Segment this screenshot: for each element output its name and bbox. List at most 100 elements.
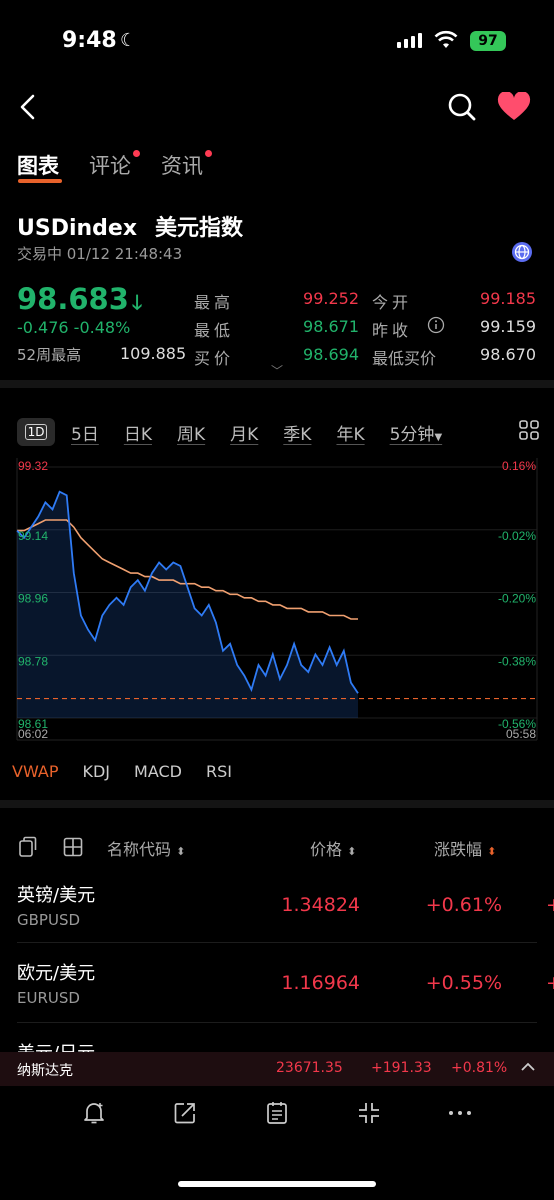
- 52w-high-label: 52周最高: [17, 346, 82, 364]
- search-icon[interactable]: [446, 91, 478, 127]
- period-selector: 1D 5日 日K 周K 月K 季K 年K 5分钟▼: [17, 418, 442, 446]
- active-tab-indicator: [18, 179, 62, 183]
- row-change-pct: +0.55%: [425, 972, 502, 994]
- instrument-title: USDindex 美元指数: [17, 210, 243, 242]
- row-divider: [17, 942, 537, 943]
- price-area-fill: [17, 491, 358, 718]
- prev-close-value: 99.159: [480, 317, 536, 336]
- x-end-label: 05:58: [506, 727, 536, 741]
- pct-tick-label: -0.38%: [498, 654, 536, 668]
- list-item[interactable]: 美元/日元: [0, 1030, 554, 1052]
- tab-comments[interactable]: 评论: [89, 150, 140, 180]
- open-value: 99.185: [480, 289, 536, 308]
- alert-bell-icon[interactable]: [81, 1100, 107, 1130]
- favorite-heart-icon[interactable]: [497, 91, 531, 126]
- market-ticker-bar[interactable]: 纳斯达克 23671.35 +191.33 +0.81%: [0, 1052, 554, 1086]
- home-indicator: [178, 1181, 376, 1187]
- row-name: 英镑/美元: [17, 885, 96, 906]
- unread-dot: [205, 150, 212, 157]
- list-item[interactable]: 欧元/美元 EURUSD 1.16964 +0.55% +: [0, 950, 554, 1020]
- row-overflow-column: +: [546, 894, 554, 916]
- indicator-macd[interactable]: MACD: [134, 762, 182, 781]
- copy-icon[interactable]: [18, 836, 38, 862]
- tab-chart[interactable]: 图表: [17, 150, 59, 180]
- pct-tick-label: -0.02%: [498, 529, 536, 543]
- down-arrow-icon: 🡓: [131, 290, 143, 314]
- period-5min-dropdown[interactable]: 5分钟▼: [390, 420, 443, 445]
- info-icon[interactable]: [427, 316, 445, 338]
- trading-status: 交易中 01/12 21:48:43: [17, 245, 183, 263]
- row-code: EURUSD: [17, 989, 80, 1007]
- layout-grid-icon[interactable]: [519, 420, 539, 444]
- sort-by-change-pct[interactable]: 涨跌幅 ⬍: [434, 836, 496, 860]
- tab-news[interactable]: 资讯: [161, 150, 212, 180]
- lowest-bid-label: 最低买价: [372, 349, 437, 368]
- ticker-change-pct: +0.81%: [451, 1060, 508, 1076]
- table-view-icon[interactable]: [63, 837, 83, 861]
- more-options-icon[interactable]: [447, 1100, 473, 1130]
- low-label: 最低: [194, 321, 235, 340]
- bid-label: 买价: [194, 349, 235, 368]
- period-5d-button[interactable]: 5日: [71, 420, 99, 445]
- status-time: 9:48: [62, 28, 117, 53]
- row-overflow-column: +: [546, 972, 554, 994]
- prev-close-label: 昨收: [372, 321, 413, 340]
- price-change: -0.476 -0.48%: [17, 318, 131, 337]
- fullscreen-collapse-icon[interactable]: [356, 1100, 382, 1130]
- moon-icon: ☾: [120, 30, 137, 51]
- share-icon[interactable]: [172, 1100, 198, 1130]
- y-tick-label: 98.96: [18, 592, 48, 606]
- period-monthly-button[interactable]: 月K: [230, 420, 258, 445]
- notes-icon[interactable]: [264, 1100, 290, 1130]
- chevron-up-icon[interactable]: [519, 1058, 537, 1080]
- bid-value: 98.694: [303, 345, 359, 364]
- unread-dot: [133, 150, 140, 157]
- ticker-name: 纳斯达克: [17, 1063, 73, 1079]
- row-name: 美元/日元: [17, 1039, 95, 1052]
- 52w-high-value: 109.885: [120, 344, 187, 363]
- pct-tick-label: -0.20%: [498, 592, 536, 606]
- ticker-value: 23671.35: [276, 1060, 343, 1076]
- wifi-icon: [434, 30, 458, 54]
- sort-by-price[interactable]: 价格 ⬍: [310, 836, 356, 860]
- back-arrow-icon[interactable]: [14, 92, 44, 122]
- battery-indicator: 97: [470, 31, 506, 51]
- y-tick-label: 98.78: [18, 654, 48, 668]
- period-daily-button[interactable]: 日K: [124, 420, 152, 445]
- row-change-pct: +0.61%: [425, 894, 502, 916]
- last-price: 98.683 🡓: [17, 282, 143, 316]
- period-quarterly-button[interactable]: 季K: [283, 420, 311, 445]
- period-1d-button[interactable]: 1D: [17, 418, 55, 446]
- y-tick-label: 99.32: [18, 459, 48, 473]
- list-item[interactable]: 英镑/美元 GBPUSD 1.34824 +0.61% +: [0, 872, 554, 942]
- detail-tabs: 图表 评论 资讯: [17, 150, 212, 180]
- x-start-label: 06:02: [18, 727, 48, 741]
- bottom-toolbar: [0, 1100, 554, 1130]
- row-price: 1.34824: [281, 894, 360, 916]
- sort-by-name[interactable]: 名称代码 ⬍: [107, 836, 185, 860]
- instrument-name: 美元指数: [155, 216, 244, 241]
- y-tick-label: 99.14: [18, 529, 48, 543]
- period-yearly-button[interactable]: 年K: [336, 420, 364, 445]
- indicator-vwap[interactable]: VWAP: [12, 762, 58, 781]
- pct-tick-label: 0.16%: [502, 459, 536, 473]
- low-value: 98.671: [303, 317, 359, 336]
- row-price: 1.16964: [281, 972, 360, 994]
- row-code: GBPUSD: [17, 911, 81, 929]
- intraday-chart[interactable]: 99.32 0.16% 99.14 -0.02% 98.96 -0.20% 98.78 -0.…: [0, 455, 554, 745]
- high-value: 99.252: [303, 289, 359, 308]
- section-divider: [0, 800, 554, 808]
- section-divider: [0, 380, 554, 388]
- open-label: 今开: [372, 293, 413, 312]
- row-name: 欧元/美元: [17, 963, 96, 984]
- indicator-rsi[interactable]: RSI: [206, 762, 232, 781]
- indicator-kdj[interactable]: KDJ: [82, 762, 110, 781]
- period-weekly-button[interactable]: 周K: [177, 420, 205, 445]
- globe-icon[interactable]: [512, 242, 532, 262]
- indicator-tabs: VWAP KDJ MACD RSI: [12, 762, 232, 781]
- row-divider: [17, 1022, 537, 1023]
- lowest-bid-value: 98.670: [480, 345, 536, 364]
- instrument-symbol: USDindex: [17, 216, 138, 241]
- expand-chevron-icon[interactable]: ﹀: [271, 362, 283, 379]
- high-label: 最高: [194, 293, 235, 312]
